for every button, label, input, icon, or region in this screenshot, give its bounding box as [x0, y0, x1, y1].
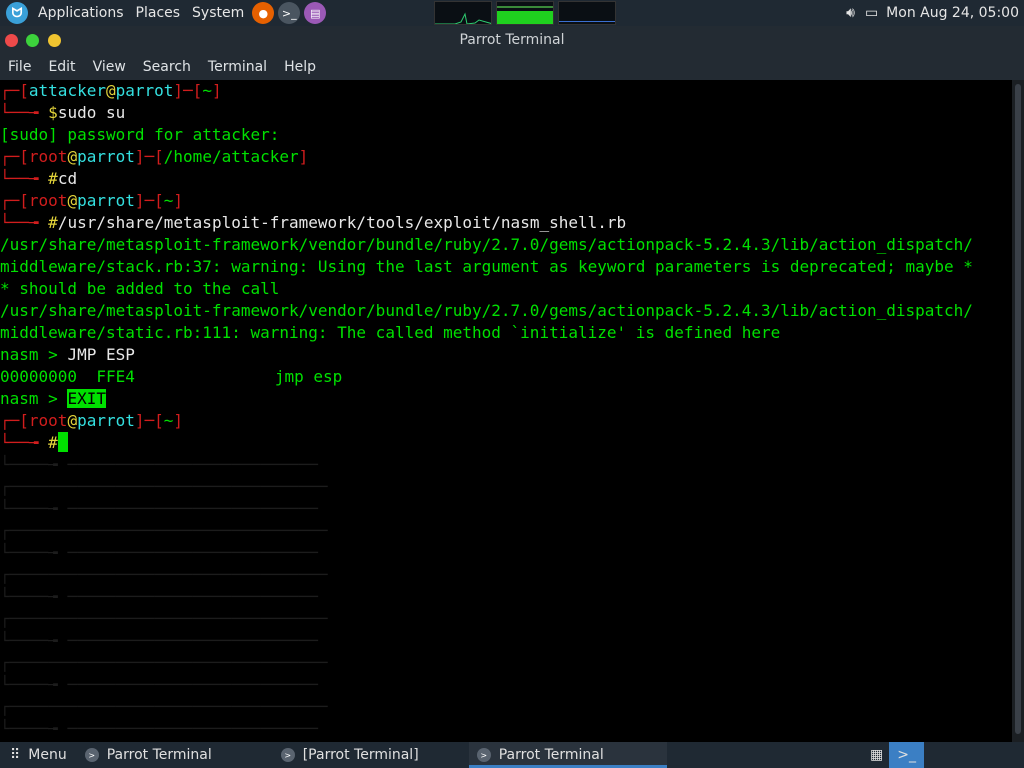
selected-text[interactable]: EXIT	[67, 389, 106, 408]
nasm-input-line: nasm > EXIT	[0, 389, 106, 408]
ghost-line: ┌─────────────────────────────────	[0, 653, 328, 672]
menu-search[interactable]: Search	[143, 59, 191, 75]
command-line: └──╼ #cd	[0, 169, 78, 188]
ghost-line: ┌─────────────────────────────────	[0, 477, 328, 496]
ghost-line: └────╼ ──────────────────────────	[0, 719, 318, 738]
clock[interactable]: Mon Aug 24, 05:00	[886, 5, 1019, 21]
text-cursor	[57, 432, 68, 452]
prompt-line: ┌─[root@parrot]─[~]	[0, 191, 184, 210]
ghost-line: └────╼ ──────────────────────────	[0, 587, 318, 606]
network-monitor[interactable]	[558, 1, 617, 25]
sudo-password-prompt: [sudo] password for attacker:	[0, 125, 280, 144]
taskbar-item-parrot-terminal-1[interactable]: > Parrot Terminal	[77, 742, 273, 768]
prompt-line: ┌─[attacker@parrot]─[~]	[0, 81, 222, 100]
prompt-line: ┌─[root@parrot]─[/home/attacker]	[0, 147, 309, 166]
system-menu[interactable]: System	[186, 0, 250, 26]
cpu-monitor[interactable]	[434, 1, 493, 25]
terminal-scrollbar[interactable]	[1012, 80, 1024, 742]
terminal-icon: >	[476, 748, 491, 762]
window-title-bar[interactable]: Parrot Terminal	[0, 26, 1024, 54]
ghost-line: ┌─────────────────────────────────	[0, 697, 328, 716]
firefox-icon[interactable]: ●	[252, 2, 275, 24]
grid-menu-icon: ⠿	[10, 747, 21, 763]
menu-edit[interactable]: Edit	[48, 59, 75, 75]
menu-help[interactable]: Help	[284, 59, 316, 75]
ghost-line: └────╼ ──────────────────────────	[0, 631, 318, 650]
menu-bar: File Edit View Search Terminal Help	[0, 54, 1024, 80]
warning-line: middleware/stack.rb:37: warning: Using t…	[0, 257, 973, 276]
terminal-output[interactable]: ┌─[attacker@parrot]─[~] └──╼ $sudo su [s…	[0, 80, 1012, 742]
display-icon[interactable]: ▭	[865, 5, 878, 21]
warning-line: * should be added to the call	[0, 279, 280, 298]
volume-icon[interactable]: 🔊︎	[846, 5, 855, 21]
ghost-line: ┌─────────────────────────────────	[0, 609, 328, 628]
parrot-logo-icon[interactable]: ᗢ	[6, 2, 28, 24]
places-menu[interactable]: Places	[130, 0, 187, 26]
window-title: Parrot Terminal	[459, 32, 565, 48]
menu-view[interactable]: View	[93, 59, 126, 75]
menu-file[interactable]: File	[8, 59, 31, 75]
show-terminal-icon[interactable]: >_	[889, 742, 924, 768]
ghost-line: ┌─────────────────────────────────	[0, 565, 328, 584]
memory-monitor[interactable]	[496, 1, 555, 25]
ghost-line: └────╼ ──────────────────────────	[0, 455, 318, 474]
warning-line: /usr/share/metasploit-framework/vendor/b…	[0, 235, 973, 254]
command-line: └──╼ $sudo su	[0, 103, 126, 122]
terminal-icon: >	[280, 748, 295, 762]
top-panel: ᗢ Applications Places System ● >_ ▤ 🔊︎ ▭…	[0, 0, 1024, 26]
nasm-output-line: 00000000 FFE4 jmp esp	[0, 367, 343, 386]
taskbar-item-parrot-terminal-active[interactable]: > Parrot Terminal	[468, 742, 667, 768]
ghost-line: └────╼ ──────────────────────────	[0, 499, 318, 518]
ghost-line: └────╼ ──────────────────────────	[0, 543, 318, 562]
ghost-line: └────╼ ──────────────────────────	[0, 675, 318, 694]
command-line: └──╼ #	[0, 432, 1012, 454]
menu-button[interactable]: ⠿ Menu	[0, 742, 77, 768]
taskbar-item-parrot-terminal-2[interactable]: > [Parrot Terminal]	[273, 742, 469, 768]
ghost-line: ┌─────────────────────────────────	[0, 521, 328, 540]
warning-line: /usr/share/metasploit-framework/vendor/b…	[0, 301, 973, 320]
menu-terminal[interactable]: Terminal	[208, 59, 267, 75]
scrollbar-thumb[interactable]	[1015, 84, 1021, 734]
applications-menu[interactable]: Applications	[32, 0, 130, 26]
bottom-panel: ⠿ Menu > Parrot Terminal > [Parrot Termi…	[0, 742, 1024, 768]
warning-line: middleware/static.rb:111: warning: The c…	[0, 323, 781, 342]
workspace-switcher-icon[interactable]: ▦	[864, 742, 889, 768]
prompt-line: ┌─[root@parrot]─[~]	[0, 411, 184, 430]
terminal-icon: >	[84, 748, 99, 762]
command-line: └──╼ #/usr/share/metasploit-framework/to…	[0, 213, 627, 232]
terminal-launcher-icon[interactable]: >_	[278, 2, 301, 24]
text-editor-icon[interactable]: ▤	[304, 2, 327, 24]
nasm-input-line: nasm > JMP ESP	[0, 345, 135, 364]
